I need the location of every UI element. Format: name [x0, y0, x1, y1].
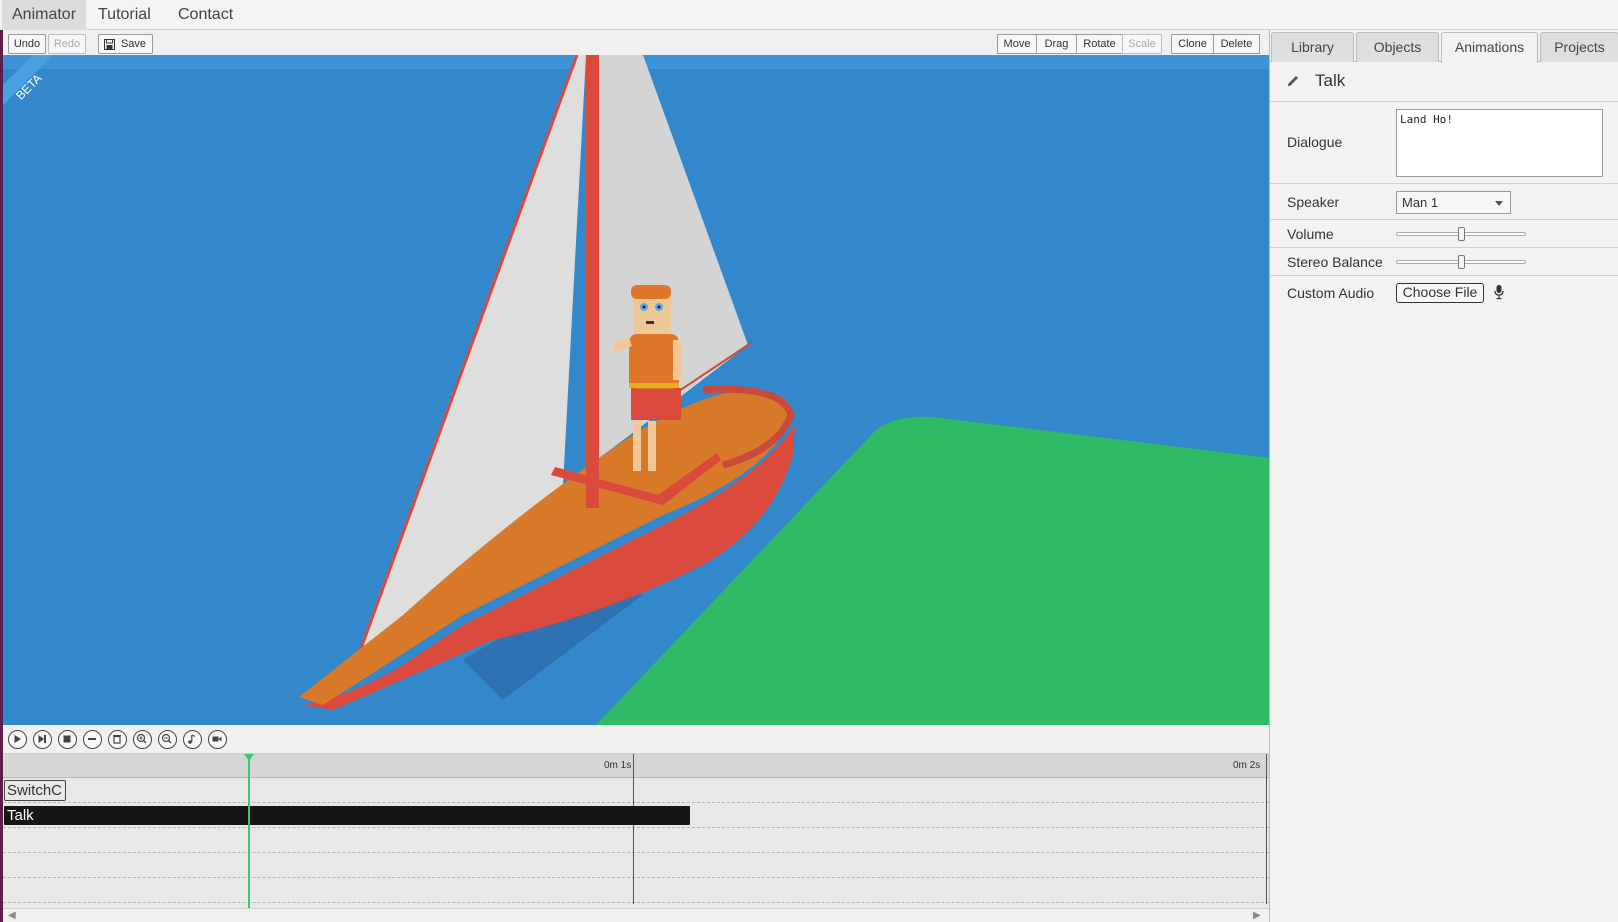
chevron-down-icon: [1495, 201, 1503, 206]
track-row[interactable]: [3, 778, 1269, 803]
zoom-out-icon: [161, 733, 172, 744]
toolbar: Undo Redo Save Move Drag Rotate Scale Cl…: [3, 31, 1269, 55]
tick-label-2s: 0m 2s: [1233, 760, 1261, 771]
save-button[interactable]: Save: [98, 34, 153, 54]
stereo-balance-row: Stereo Balance: [1270, 248, 1618, 276]
top-menu-bar: Animator Tutorial Contact: [0, 0, 1618, 30]
track-row[interactable]: [3, 828, 1269, 853]
playhead-handle[interactable]: [244, 754, 254, 761]
stop-icon: [63, 735, 71, 743]
pencil-icon: [1288, 76, 1298, 86]
clone-button[interactable]: Clone: [1171, 34, 1214, 54]
redo-button[interactable]: Redo: [48, 34, 86, 54]
stereo-balance-slider[interactable]: [1396, 255, 1526, 269]
tab-objects[interactable]: Objects: [1356, 32, 1439, 62]
volume-slider[interactable]: [1396, 227, 1526, 241]
zoom-in-icon: [136, 733, 147, 744]
dialogue-row: Dialogue: [1270, 102, 1618, 184]
speaker-select[interactable]: Man 1: [1396, 191, 1511, 214]
animation-header: Talk: [1270, 62, 1618, 102]
trash-icon: [113, 735, 121, 744]
drag-button[interactable]: Drag: [1036, 34, 1077, 54]
rotate-button[interactable]: Rotate: [1076, 34, 1123, 54]
play-icon: [14, 735, 21, 743]
save-label: Save: [120, 38, 147, 50]
choose-file-button[interactable]: Choose File: [1396, 283, 1484, 303]
tab-animations[interactable]: Animations: [1441, 32, 1538, 63]
timeline-controls: [3, 726, 1269, 754]
custom-audio-row: Custom Audio Choose File: [1270, 276, 1618, 310]
track-row[interactable]: [3, 878, 1269, 903]
trash-button[interactable]: [108, 730, 127, 749]
tick-line-1s: [633, 754, 634, 904]
undo-button[interactable]: Undo: [8, 34, 46, 54]
playhead[interactable]: [248, 754, 250, 908]
volume-slider-thumb[interactable]: [1457, 227, 1465, 241]
minus-icon: [88, 738, 96, 740]
menu-tutorial[interactable]: Tutorial: [88, 0, 168, 30]
zoom-out-button[interactable]: [158, 730, 177, 749]
boat-mast: [586, 55, 599, 508]
scale-button[interactable]: Scale: [1122, 34, 1162, 54]
speaker-label: Speaker: [1287, 194, 1340, 210]
move-button[interactable]: Move: [997, 34, 1037, 54]
side-panel: Library Objects Animations Projects Talk…: [1269, 30, 1618, 922]
music-button[interactable]: [183, 730, 202, 749]
timeline-horizontal-scrollbar[interactable]: ◀ ▶: [3, 908, 1269, 922]
play-button[interactable]: [8, 730, 27, 749]
microphone-icon[interactable]: [1493, 284, 1505, 300]
delete-button[interactable]: Delete: [1213, 34, 1260, 54]
3d-viewport[interactable]: BETA: [3, 55, 1269, 725]
save-icon: [104, 39, 115, 50]
tick-label-1s: 0m 1s: [604, 760, 632, 771]
animation-title: Talk: [1315, 71, 1346, 90]
volume-row: Volume: [1270, 220, 1618, 248]
speaker-row: Speaker Man 1: [1270, 184, 1618, 220]
stop-button[interactable]: [58, 730, 77, 749]
timeline-ruler[interactable]: 0m 1s 0m 2s: [3, 754, 1269, 778]
video-camera-icon: [212, 736, 222, 742]
music-note-icon: [188, 734, 196, 744]
dialogue-input[interactable]: [1396, 109, 1603, 177]
dialogue-label: Dialogue: [1287, 134, 1343, 150]
custom-audio-label: Custom Audio: [1287, 285, 1375, 301]
menu-animator[interactable]: Animator: [2, 0, 86, 30]
clip-switch-camera[interactable]: SwitchC: [4, 780, 66, 801]
step-forward-button[interactable]: [33, 730, 52, 749]
zoom-in-button[interactable]: [133, 730, 152, 749]
tick-line-2s: [1266, 754, 1267, 904]
volume-label: Volume: [1287, 226, 1334, 242]
step-forward-icon: [38, 735, 46, 743]
track-row[interactable]: [3, 853, 1269, 878]
menu-contact[interactable]: Contact: [168, 0, 246, 30]
tab-projects[interactable]: Projects: [1540, 32, 1618, 62]
panel-tabs: Library Objects Animations Projects: [1270, 30, 1618, 63]
scroll-right-icon[interactable]: ▶: [1253, 909, 1261, 922]
remove-button[interactable]: [83, 730, 102, 749]
clip-talk[interactable]: Talk: [4, 806, 690, 825]
speaker-value: Man 1: [1402, 195, 1439, 210]
stereo-balance-slider-thumb[interactable]: [1457, 255, 1465, 269]
timeline[interactable]: 0m 1s 0m 2s SwitchC Talk: [3, 754, 1269, 908]
tab-library[interactable]: Library: [1271, 32, 1354, 62]
record-video-button[interactable]: [208, 730, 227, 749]
scroll-left-icon[interactable]: ◀: [8, 909, 16, 922]
stereo-balance-label: Stereo Balance: [1287, 254, 1383, 270]
